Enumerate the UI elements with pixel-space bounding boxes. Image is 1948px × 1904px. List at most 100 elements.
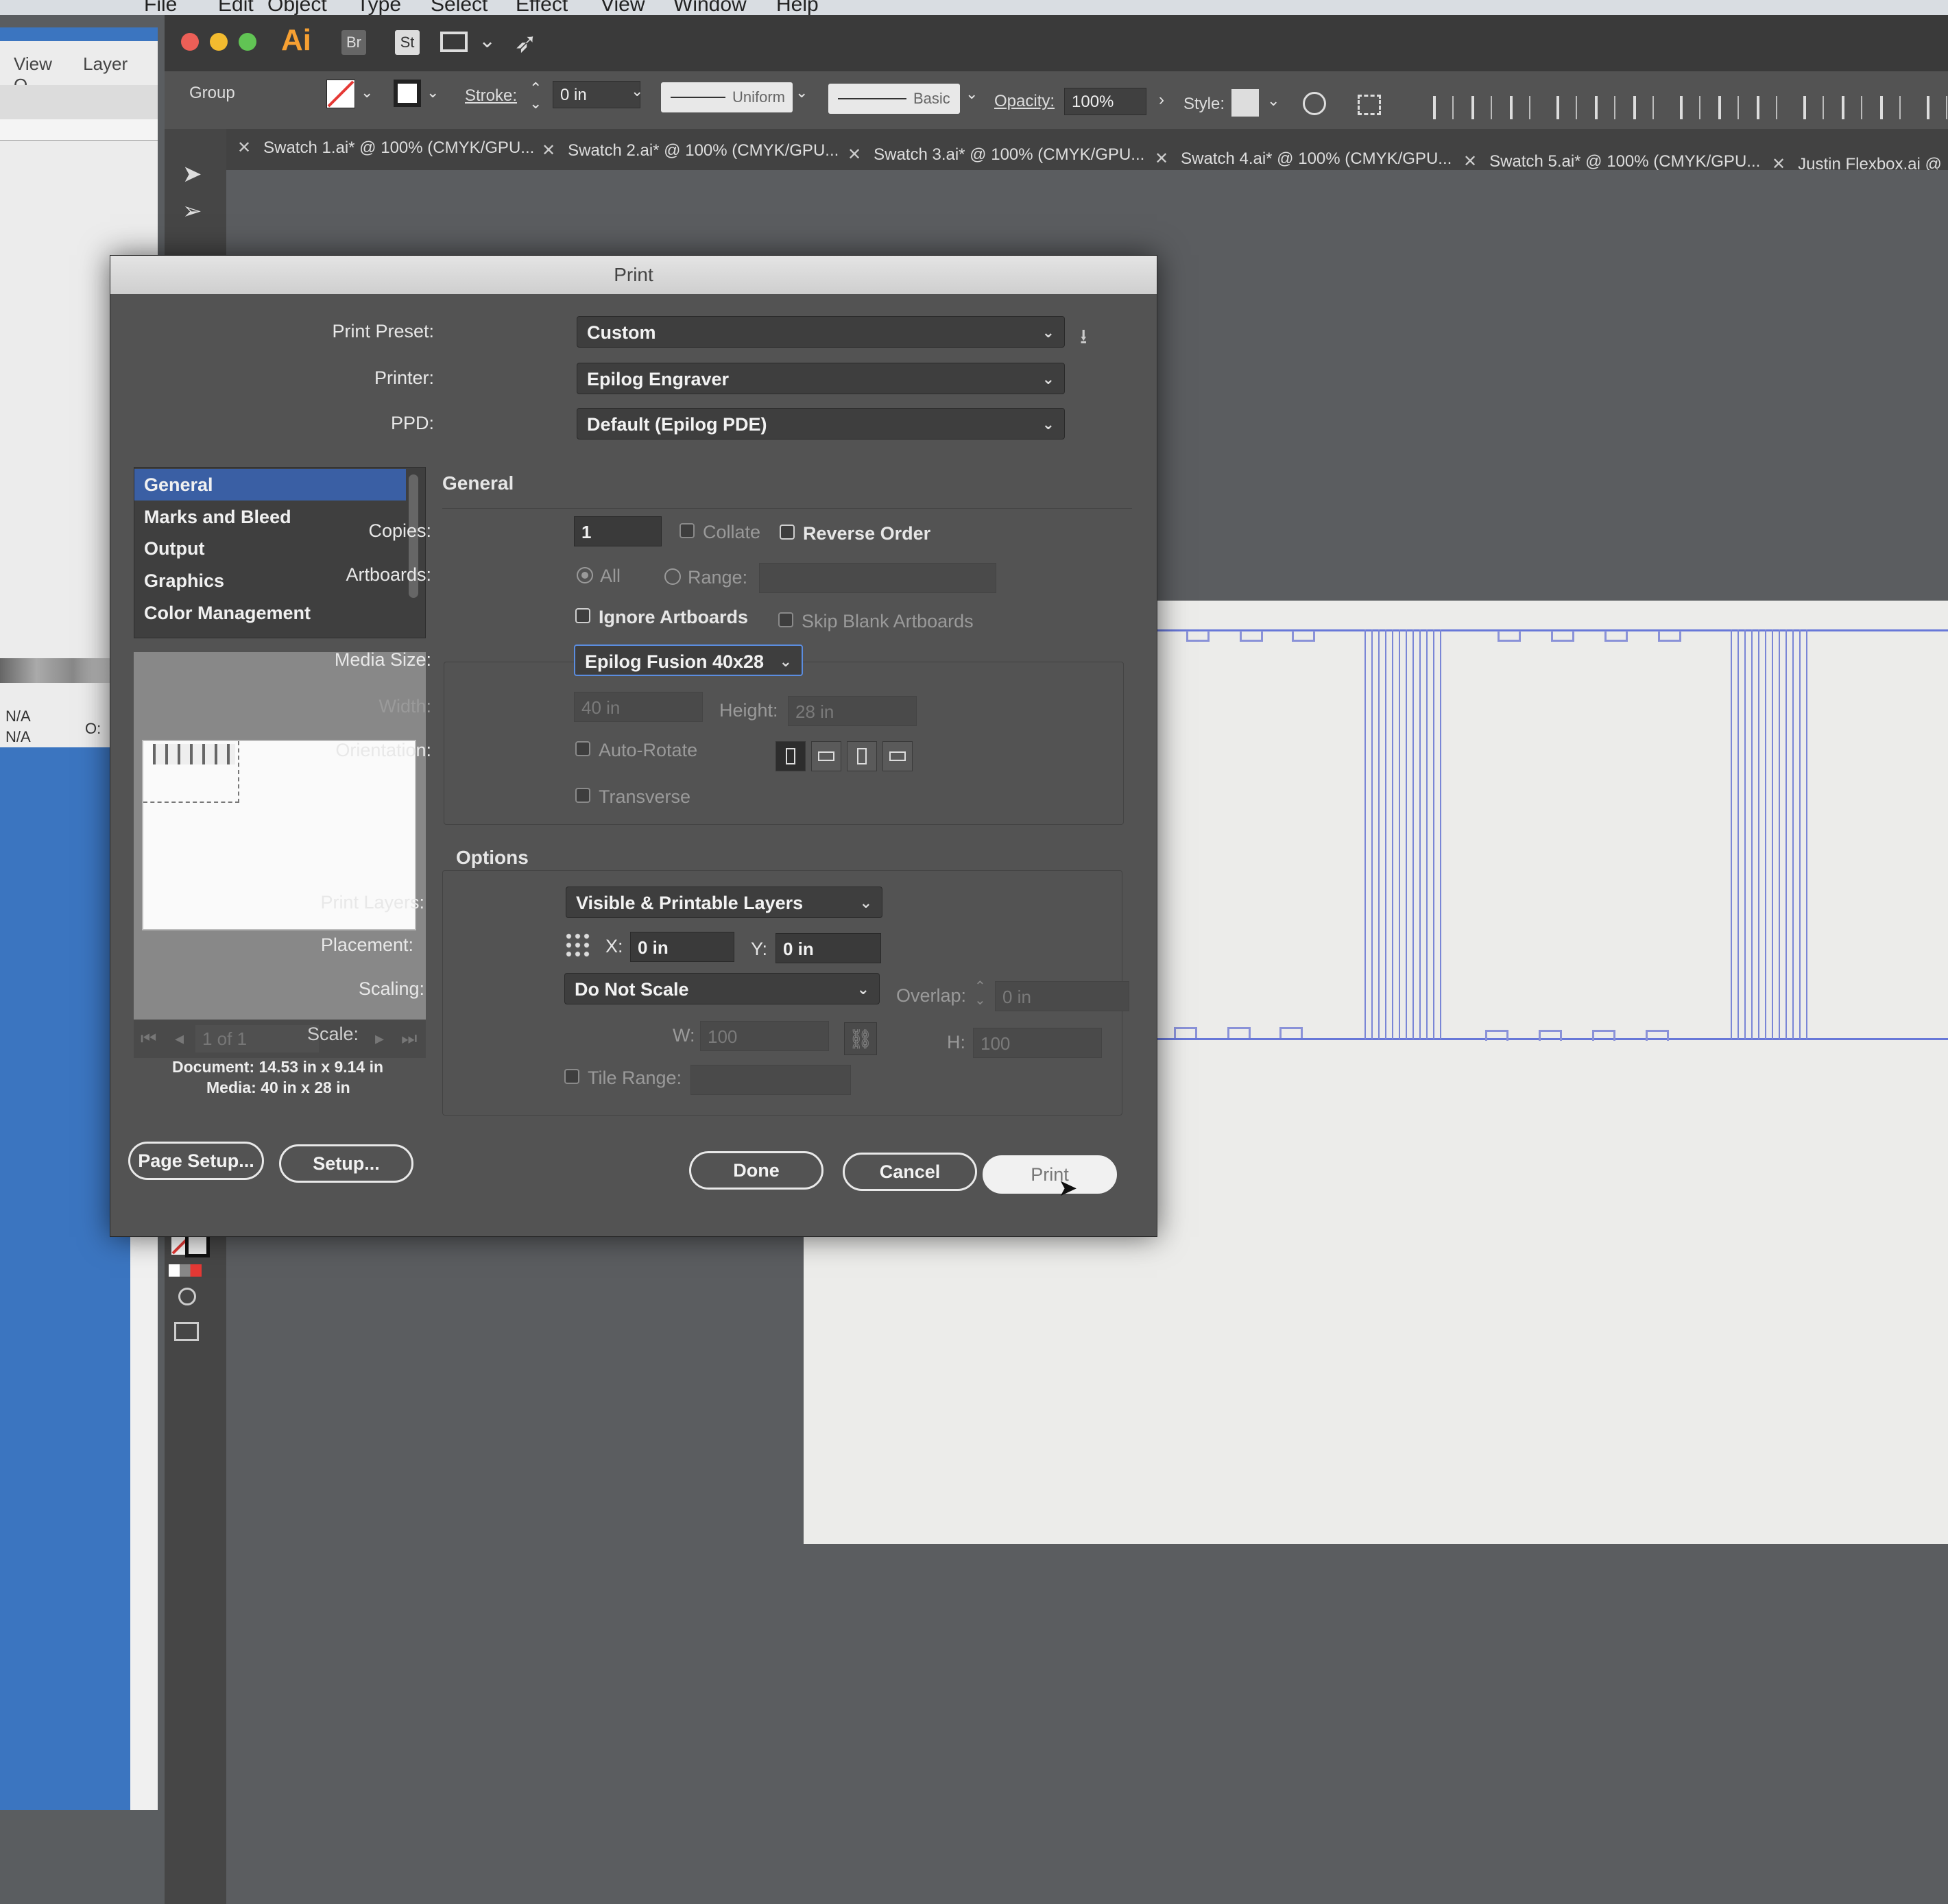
category-color-management[interactable]: Color Management (134, 597, 406, 629)
constrain-proportions-link-icon[interactable]: ⛓ (844, 1022, 877, 1055)
overlap-stepper[interactable]: ⌃ ⌄ (974, 980, 986, 1007)
align-bottom-icon[interactable] (1633, 96, 1654, 119)
stroke-label[interactable]: Stroke: (465, 86, 517, 106)
chevron-down-icon[interactable]: ⌄ (1267, 92, 1279, 110)
reverse-order-checkbox[interactable] (780, 525, 795, 540)
stroke-swatch[interactable] (394, 80, 421, 107)
first-page-icon[interactable]: ⏮ (141, 1028, 156, 1050)
next-page-icon[interactable]: ▸ (375, 1028, 384, 1049)
zoom-window-button[interactable] (239, 33, 256, 51)
distribute-top-icon[interactable] (1680, 96, 1700, 119)
scale-width-input[interactable]: 100 (700, 1021, 829, 1051)
menu-help[interactable]: Help (776, 0, 819, 15)
chevron-down-icon[interactable]: ⌄ (426, 84, 439, 101)
artboards-all-radio[interactable] (577, 567, 593, 583)
last-page-icon[interactable]: ⏭ (401, 1028, 417, 1050)
menu-window[interactable]: Window (673, 0, 747, 15)
menu-view[interactable]: View (601, 0, 645, 15)
collate-checkbox[interactable] (680, 523, 695, 538)
tile-range-input[interactable] (690, 1065, 851, 1095)
skip-blank-artboards-checkbox[interactable] (778, 612, 793, 627)
align-right-icon[interactable] (1510, 96, 1530, 119)
more-options-icon[interactable] (1927, 96, 1947, 119)
close-icon[interactable]: ✕ (1155, 149, 1168, 168)
recolor-artwork-icon[interactable] (1303, 92, 1326, 115)
ppd-dropdown[interactable]: Default (Epilog PDE) ⌄ (577, 408, 1065, 439)
chevron-down-icon[interactable]: ⌄ (631, 82, 643, 100)
chevron-down-icon[interactable]: ⌄ (795, 84, 808, 101)
overlap-input[interactable]: 0 in (995, 981, 1129, 1011)
draw-mode-icon[interactable] (178, 1288, 196, 1305)
opacity-label[interactable]: Opacity: (994, 92, 1055, 111)
chevron-down-icon[interactable]: ⌄ (361, 84, 373, 101)
selection-tool-icon[interactable]: ➤ (182, 160, 206, 187)
chevron-down-icon[interactable]: ⌄ (965, 85, 978, 103)
document-tab[interactable]: ✕ Swatch 1.ai* @ 100% (CMYK/GPU... (237, 129, 534, 170)
fill-swatch[interactable] (326, 80, 355, 108)
graphic-style-swatch[interactable] (1231, 89, 1259, 117)
menu-type[interactable]: Type (357, 0, 401, 15)
menu-file[interactable]: File (144, 0, 177, 15)
stroke-weight-input[interactable]: 0 in (553, 81, 640, 108)
placement-y-input[interactable]: 0 in (775, 933, 881, 963)
artboards-range-radio[interactable] (664, 568, 681, 585)
tile-range-checkbox[interactable] (564, 1069, 579, 1084)
close-icon[interactable]: ✕ (847, 145, 861, 164)
media-height-input[interactable]: 28 in (788, 696, 917, 726)
portrait-orientation-icon[interactable] (775, 741, 806, 771)
color-mode-icon[interactable] (169, 1264, 202, 1277)
stroke-stepper[interactable]: ⌃ ⌄ (529, 81, 542, 111)
placement-reference-point-icon[interactable] (564, 932, 590, 958)
copies-input[interactable]: 1 (574, 516, 662, 546)
scaling-dropdown[interactable]: Do Not Scale ⌄ (564, 973, 880, 1004)
align-middle-icon[interactable] (1595, 96, 1615, 119)
menu-select[interactable]: Select (431, 0, 488, 15)
distribute-left-icon[interactable] (1803, 96, 1824, 119)
workspace-layout-icon[interactable] (440, 32, 468, 52)
close-window-button[interactable] (181, 33, 199, 51)
distribute-bottom-icon[interactable] (1757, 96, 1777, 119)
media-size-dropdown[interactable]: Epilog Fusion 40x28 ⌄ (574, 644, 803, 676)
close-icon[interactable]: ✕ (237, 138, 251, 157)
print-button[interactable]: Print (983, 1155, 1117, 1194)
print-preset-dropdown[interactable]: Custom ⌄ (577, 316, 1065, 348)
landscape-orientation-icon[interactable] (811, 741, 841, 771)
category-output[interactable]: Output (134, 533, 406, 564)
setup-button[interactable]: Setup... (279, 1144, 413, 1183)
media-width-input[interactable]: 40 in (574, 692, 703, 722)
close-icon[interactable]: ✕ (542, 141, 555, 160)
ignore-artboards-checkbox[interactable] (575, 608, 590, 623)
direct-selection-tool-icon[interactable]: ➢ (182, 197, 206, 224)
minimize-window-button[interactable] (210, 33, 228, 51)
variable-width-profile-dropdown[interactable]: Uniform (661, 82, 793, 112)
menu-edit[interactable]: Edit (218, 0, 254, 15)
bridge-icon[interactable]: Br (341, 30, 366, 55)
stock-icon[interactable]: St (395, 30, 420, 55)
printer-dropdown[interactable]: Epilog Engraver ⌄ (577, 363, 1065, 394)
distribute-right-icon[interactable] (1880, 96, 1901, 119)
print-layers-dropdown[interactable]: Visible & Printable Layers ⌄ (566, 887, 882, 918)
flipped-landscape-orientation-icon[interactable] (882, 741, 913, 771)
scale-height-input[interactable]: 100 (973, 1028, 1102, 1058)
flipped-portrait-orientation-icon[interactable] (847, 741, 877, 771)
chevron-right-icon[interactable]: › (1159, 91, 1164, 110)
brush-definition-dropdown[interactable]: Basic (828, 84, 960, 114)
save-preset-icon[interactable]: ⭳ (1080, 322, 1087, 357)
page-setup-button[interactable]: Page Setup... (128, 1142, 264, 1180)
placement-x-input[interactable]: 0 in (630, 932, 734, 962)
gpu-rocket-icon[interactable]: ➶ (514, 27, 538, 59)
page-number-field[interactable]: 1 of 1 (195, 1025, 319, 1052)
done-button[interactable]: Done (689, 1151, 823, 1190)
prev-page-icon[interactable]: ◂ (175, 1028, 184, 1049)
category-general[interactable]: General (134, 469, 406, 501)
category-marks-and-bleed[interactable]: Marks and Bleed (134, 501, 406, 533)
distribute-middle-icon[interactable] (1718, 96, 1739, 119)
distribute-center-icon[interactable] (1842, 96, 1862, 119)
menu-object[interactable]: Object (267, 0, 327, 15)
background-menu-view[interactable]: View (14, 53, 52, 74)
cancel-button[interactable]: Cancel (843, 1153, 977, 1191)
transform-icon[interactable] (1358, 95, 1381, 115)
artboard-range-input[interactable] (759, 563, 996, 593)
align-center-icon[interactable] (1471, 96, 1492, 119)
transverse-checkbox[interactable] (575, 788, 590, 803)
